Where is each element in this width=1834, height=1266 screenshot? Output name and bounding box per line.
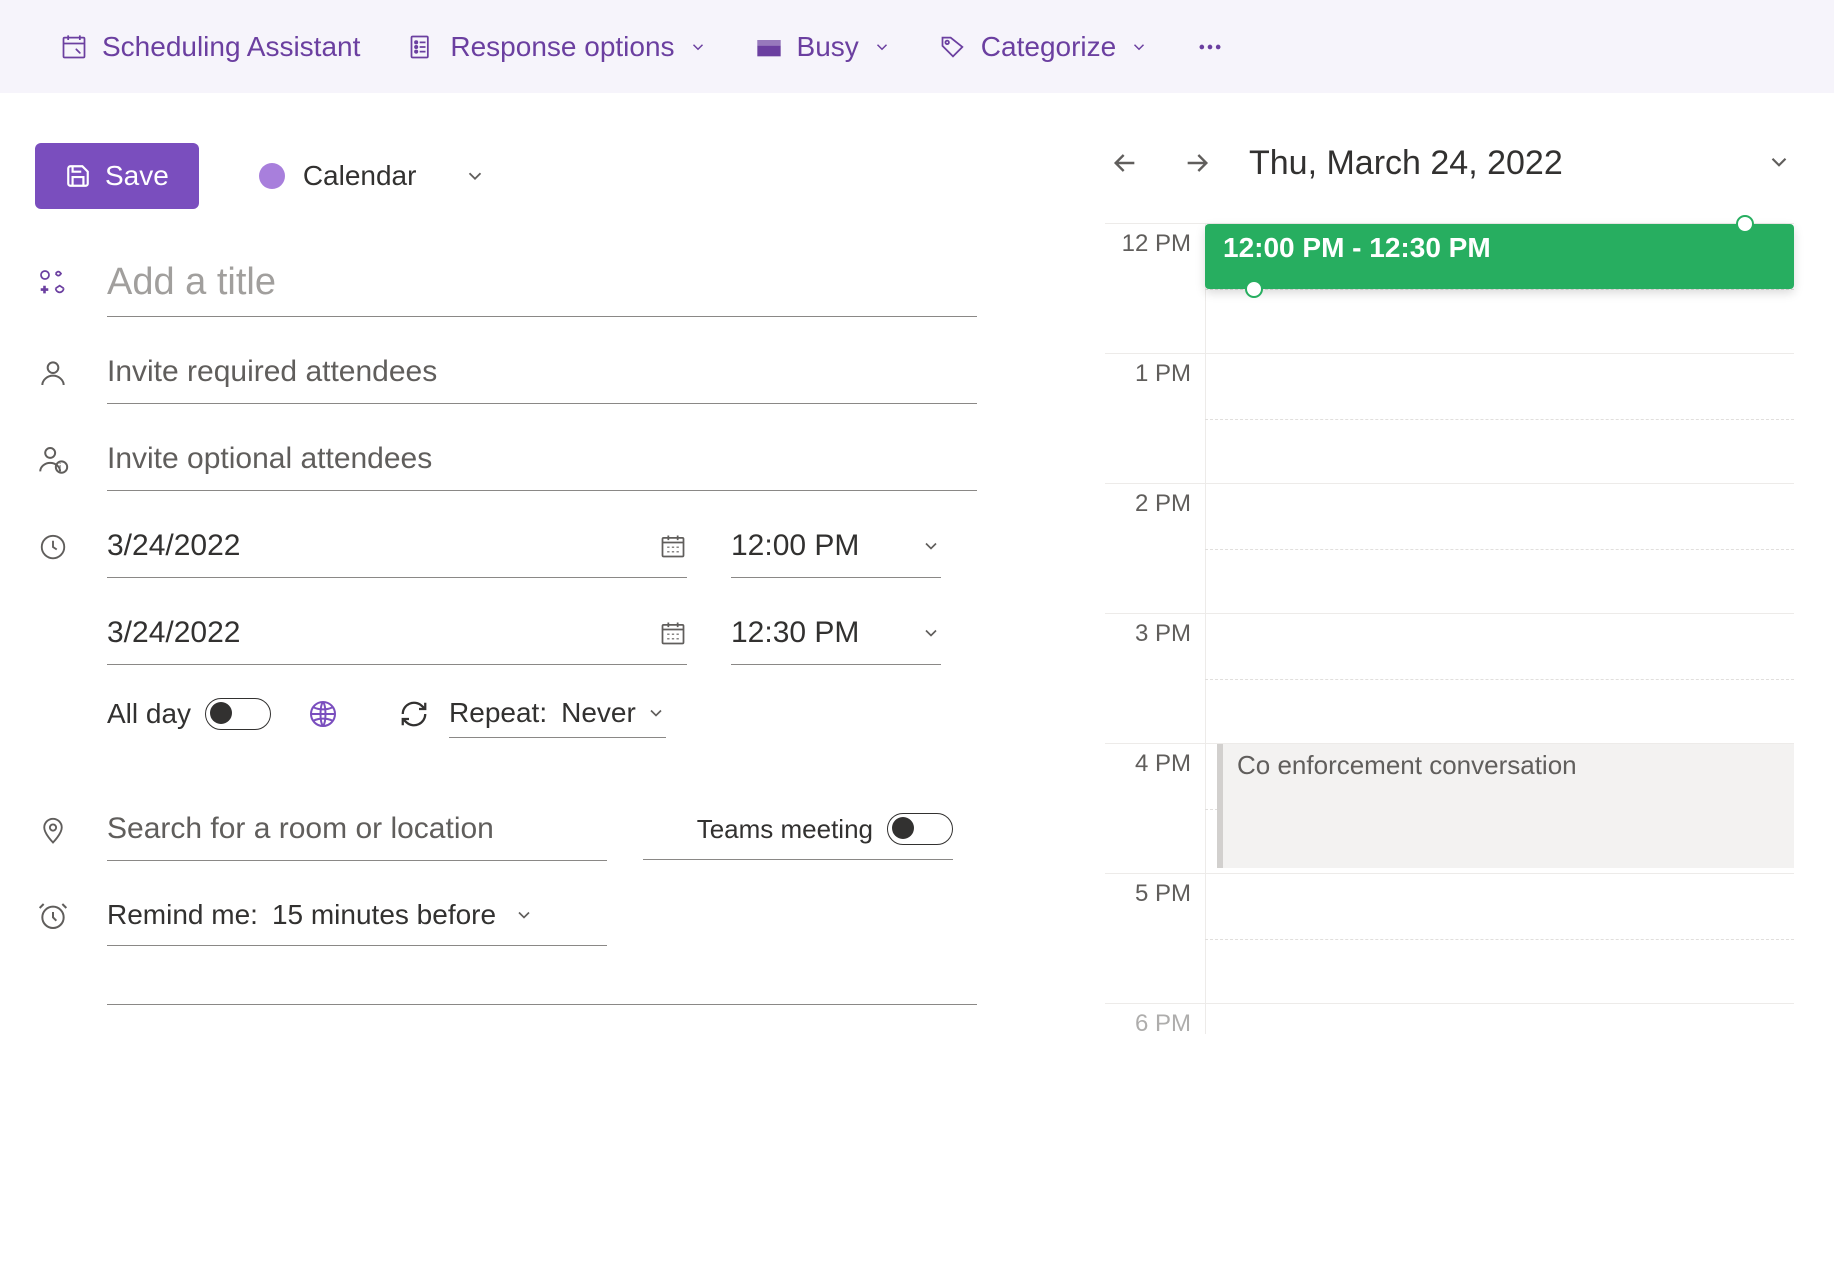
location-icon	[35, 812, 71, 848]
busy-icon	[755, 33, 783, 61]
all-day-label: All day	[107, 698, 191, 730]
calendar-selector-label: Calendar	[303, 160, 417, 192]
toolbar: Scheduling Assistant Response options Bu…	[0, 0, 1834, 93]
busy-label: Busy	[797, 31, 859, 63]
repeat-label: Repeat:	[449, 697, 547, 729]
end-time-input[interactable]: 12:30 PM	[731, 602, 941, 665]
optional-attendees-input[interactable]	[107, 428, 977, 491]
repeat-value: Never	[561, 697, 636, 729]
remind-value: 15 minutes before	[272, 899, 496, 931]
chevron-down-icon	[873, 38, 891, 56]
start-time-value: 12:00 PM	[731, 529, 859, 563]
hour-label: 3 PM	[1105, 614, 1205, 743]
hour-label: 4 PM	[1105, 744, 1205, 873]
scheduling-assistant-label: Scheduling Assistant	[102, 31, 360, 63]
svg-text:i: i	[59, 462, 61, 473]
calendar-color-dot	[259, 163, 285, 189]
remind-label: Remind me:	[107, 899, 258, 931]
start-date-value: 3/24/2022	[107, 529, 240, 563]
end-date-input[interactable]: 3/24/2022	[107, 602, 687, 665]
more-options-button[interactable]	[1196, 33, 1224, 61]
scheduling-assistant-button[interactable]: Scheduling Assistant	[60, 31, 360, 63]
person-icon	[35, 355, 71, 391]
chevron-down-icon	[689, 38, 707, 56]
title-input[interactable]	[107, 249, 977, 317]
save-label: Save	[105, 160, 169, 192]
scheduling-assistant-icon	[60, 33, 88, 61]
start-time-input[interactable]: 12:00 PM	[731, 515, 941, 578]
start-date-input[interactable]: 3/24/2022	[107, 515, 687, 578]
categorize-label: Categorize	[981, 31, 1116, 63]
save-button[interactable]: Save	[35, 143, 199, 209]
response-options-label: Response options	[450, 31, 674, 63]
hour-label: 6 PM	[1105, 1004, 1205, 1034]
time-grid[interactable]: 12 PM 12:00 PM - 12:30 PM 1 PM 2 PM	[1105, 223, 1794, 1034]
teams-meeting-toggle[interactable]	[887, 813, 953, 845]
prev-day-button[interactable]	[1105, 143, 1145, 183]
chevron-down-icon	[646, 703, 666, 723]
categorize-button[interactable]: Categorize	[939, 31, 1148, 63]
new-event-time-label: 12:00 PM - 12:30 PM	[1223, 232, 1491, 263]
hour-label: 12 PM	[1105, 224, 1205, 353]
new-event-block[interactable]: 12:00 PM - 12:30 PM	[1205, 224, 1794, 289]
teams-meeting-label: Teams meeting	[697, 814, 873, 845]
chevron-down-icon	[921, 536, 941, 556]
emoji-icon[interactable]: +	[35, 265, 71, 301]
chevron-down-icon	[464, 165, 486, 187]
event-resize-handle-bottom[interactable]	[1245, 280, 1263, 298]
repeat-icon	[399, 699, 429, 729]
event-resize-handle-top[interactable]	[1736, 215, 1754, 233]
busy-status-button[interactable]: Busy	[755, 31, 891, 63]
existing-event[interactable]: Co enforcement conversation	[1217, 744, 1794, 868]
response-options-button[interactable]: Response options	[408, 31, 706, 63]
clock-icon	[35, 529, 71, 565]
remind-select[interactable]: Remind me: 15 minutes before	[107, 885, 607, 946]
ellipsis-icon	[1196, 33, 1224, 61]
end-date-value: 3/24/2022	[107, 616, 240, 650]
existing-event-title: Co enforcement conversation	[1237, 750, 1577, 780]
repeat-select[interactable]: Repeat: Never	[449, 689, 666, 738]
calendar-picker-icon	[659, 532, 687, 560]
tag-icon	[939, 33, 967, 61]
save-icon	[65, 163, 91, 189]
hour-label: 5 PM	[1105, 874, 1205, 1003]
calendar-picker-icon	[659, 619, 687, 647]
chevron-down-icon	[1130, 38, 1148, 56]
timezone-icon[interactable]	[307, 698, 339, 730]
response-options-icon	[408, 33, 436, 61]
required-attendees-input[interactable]	[107, 341, 977, 404]
alarm-icon	[35, 898, 71, 934]
hour-label: 2 PM	[1105, 484, 1205, 613]
next-day-button[interactable]	[1177, 143, 1217, 183]
hour-label: 1 PM	[1105, 354, 1205, 483]
calendar-date-label: Thu, March 24, 2022	[1249, 144, 1734, 183]
calendar-selector[interactable]: Calendar	[259, 160, 487, 192]
svg-text:+: +	[41, 283, 48, 297]
chevron-down-icon	[514, 905, 534, 925]
chevron-down-icon	[921, 623, 941, 643]
end-time-value: 12:30 PM	[731, 616, 859, 650]
all-day-toggle[interactable]	[205, 698, 271, 730]
location-input[interactable]	[107, 798, 607, 861]
person-optional-icon: i	[35, 442, 71, 478]
calendar-date-picker[interactable]	[1766, 149, 1794, 177]
